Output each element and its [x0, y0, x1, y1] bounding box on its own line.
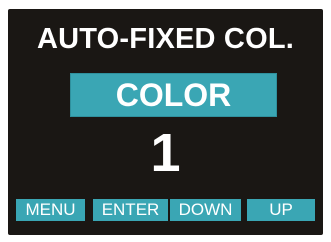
mode-value: 1: [150, 123, 181, 183]
selected-mode-box: COLOR: [70, 73, 277, 117]
down-button[interactable]: DOWN: [170, 199, 241, 221]
enter-button[interactable]: ENTER: [93, 199, 168, 221]
mode-label: COLOR: [115, 77, 232, 113]
up-button[interactable]: UP: [247, 199, 315, 221]
menu-button[interactable]: MENU: [16, 199, 85, 221]
screen-title: AUTO-FIXED COL.: [36, 23, 295, 55]
